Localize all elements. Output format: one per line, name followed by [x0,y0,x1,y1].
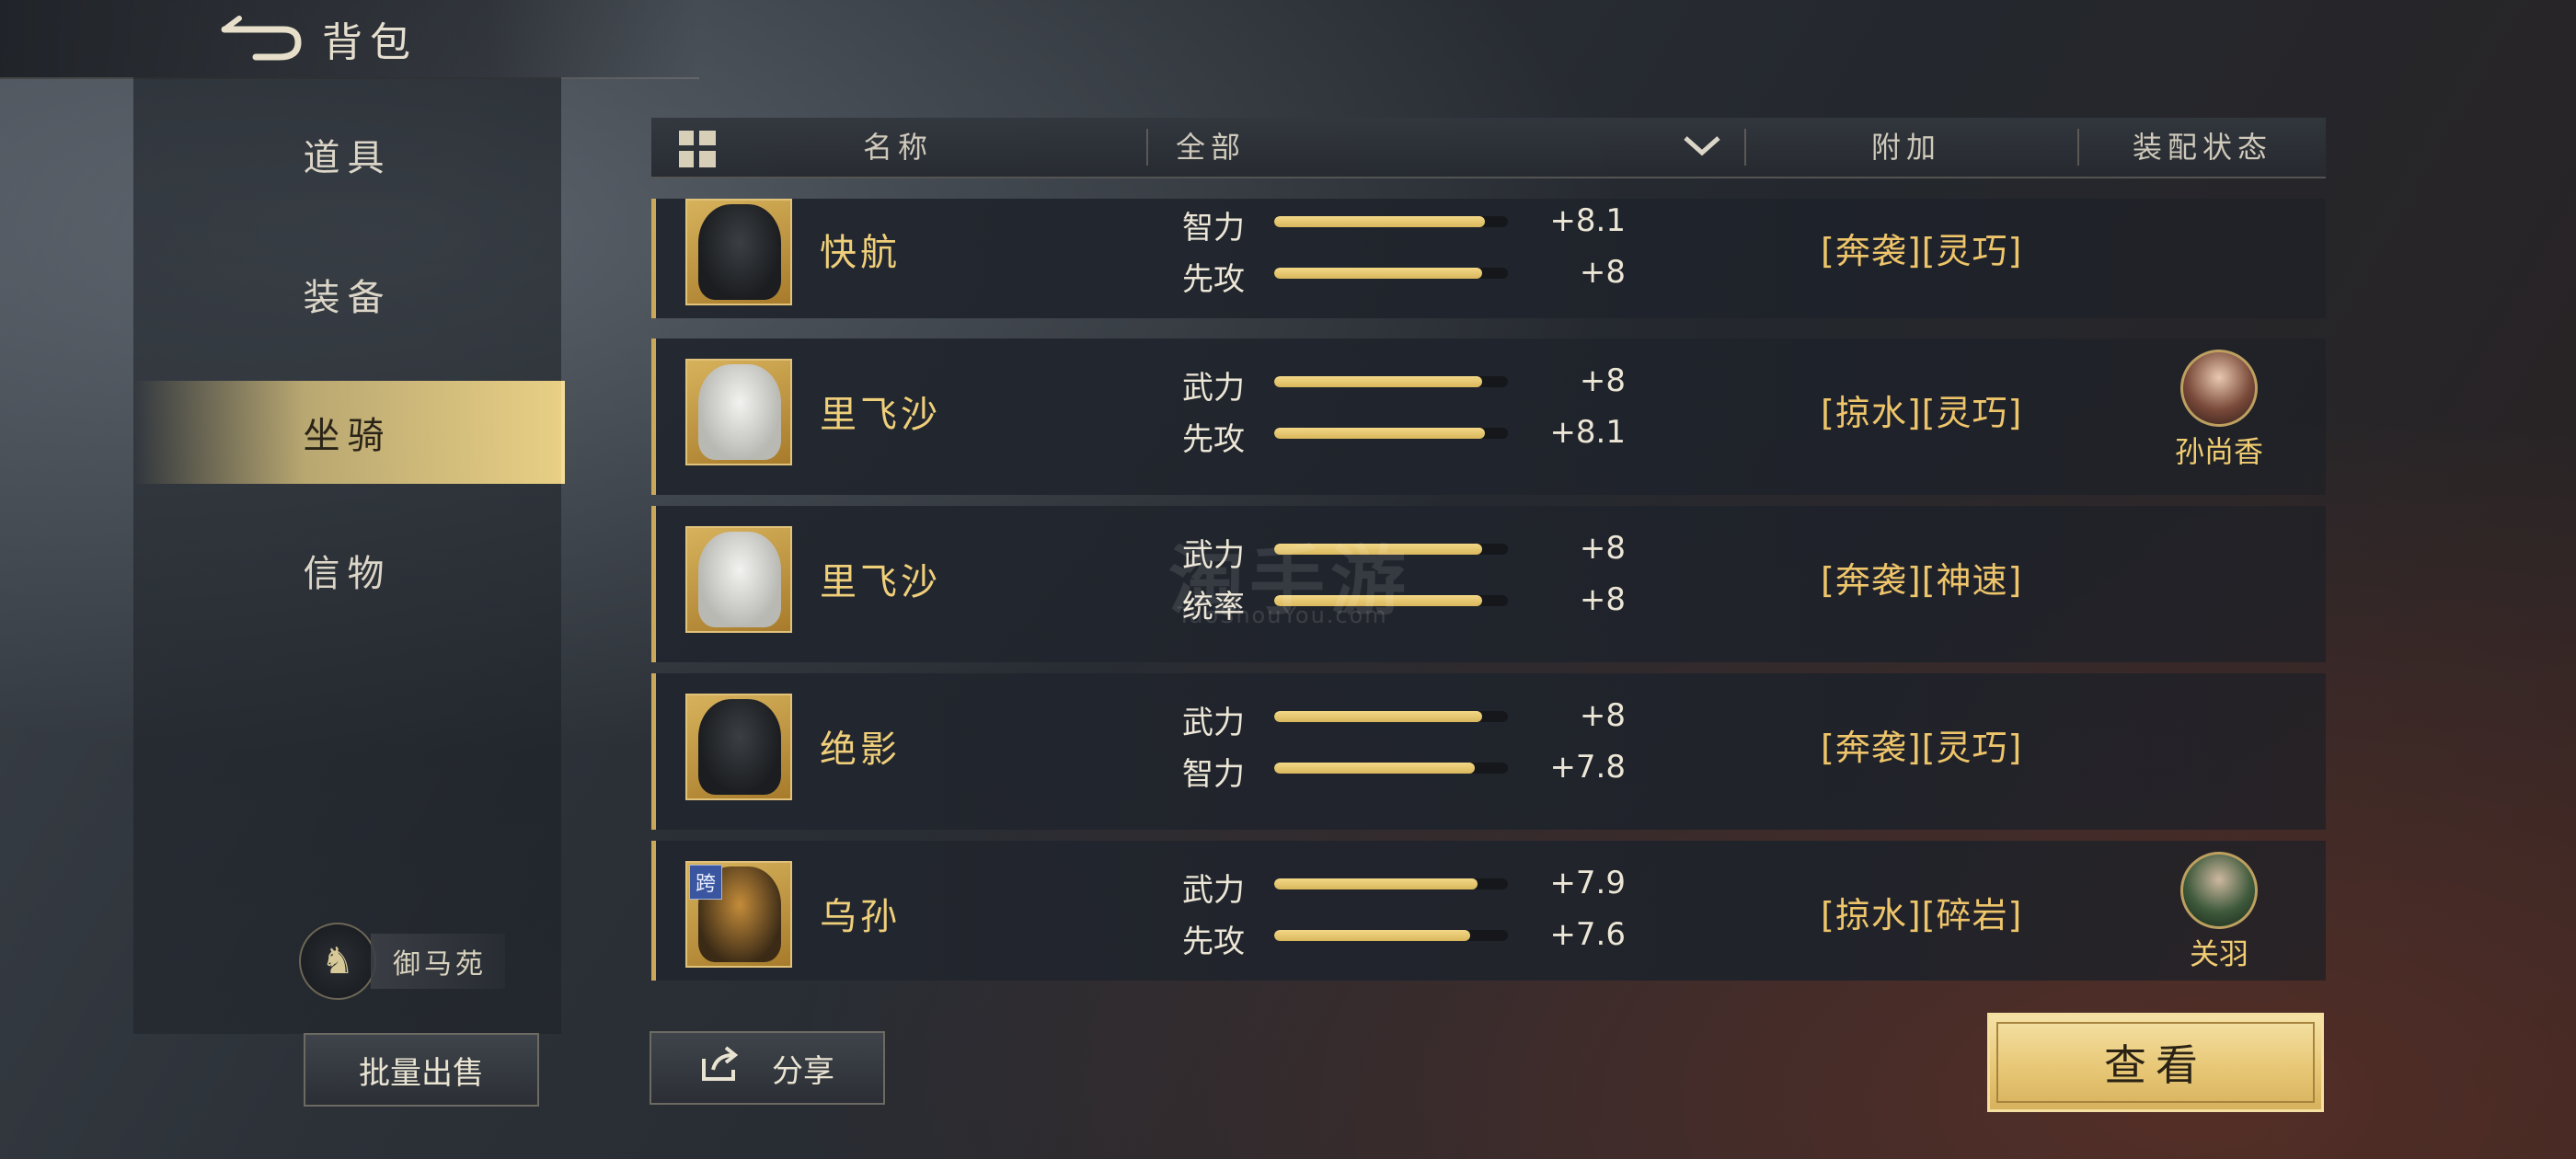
stat-value: +7.9 [1549,865,1626,901]
column-divider [1146,129,1148,166]
horse-icon: ♞ [299,923,376,1000]
mount-name: 里飞沙 [820,394,941,436]
column-divider [1744,129,1746,166]
stat-line: 智力 +7.8 [1182,749,1642,793]
stat-line: 智力 +8.1 [1182,202,1642,247]
mount-thumbnail [685,694,792,800]
attribute-filter-dropdown[interactable]: 全部 [1176,118,1246,177]
category-sidebar: 道具 装备 坐骑 信物 [133,77,565,1034]
stat-line: 武力 +8 [1182,362,1642,407]
mount-row[interactable]: 里飞沙 武力 +8 先攻 +8.1 [掠水][灵巧] 孙尚香 [651,339,2326,495]
mount-row[interactable]: 绝影 武力 +8 智力 +7.8 [奔袭][灵巧] [651,673,2326,830]
stat-bar-fill [1274,428,1485,439]
view-button[interactable]: 查看 [1987,1013,2324,1112]
equipped-hero[interactable]: 孙尚香 [2159,350,2279,471]
stat-line: 武力 +8 [1182,697,1642,741]
stat-value: +8 [1579,254,1626,291]
mount-list: 快航 智力 +8.1 先攻 +8 [奔袭][灵巧] 里飞沙 武力 +8 先攻 +… [651,199,2326,981]
watermark-url: TaoShouYou.com [1178,602,1388,628]
mount-thumbnail [685,359,792,465]
stat-label: 智力 [1182,210,1245,247]
stat-bar [1274,428,1508,439]
table-header: 名称 全部 附加 装配状态 [651,118,2326,178]
mount-name: 快航 [820,232,901,274]
stable-button[interactable]: ♞ 御马苑 [299,923,520,1000]
sidebar-item-mounts[interactable]: 坐骑 [133,381,565,484]
stat-bar [1274,376,1508,387]
stat-value: +8 [1579,530,1626,567]
stat-bar [1274,216,1508,227]
mount-row[interactable]: 里飞沙 武力 +8 统率 +8 [奔袭][神速] [651,506,2326,662]
mount-name: 里飞沙 [820,561,941,603]
stat-bar [1274,763,1508,774]
stat-label: 先攻 [1182,261,1245,298]
mount-name: 乌孙 [820,896,901,938]
stat-value: +8.1 [1549,202,1626,239]
mount-row[interactable]: 跨 乌孙 武力 +7.9 先攻 +7.6 [掠水][碎岩] 关羽 [651,841,2326,981]
stat-line: 武力 +7.9 [1182,865,1642,909]
back-button[interactable] [219,13,302,64]
sidebar-item-equipment[interactable]: 装备 [133,243,561,346]
sidebar-item-items[interactable]: 道具 [133,103,561,206]
hero-portrait [2180,350,2258,427]
stat-bar-fill [1274,763,1476,774]
chevron-down-icon[interactable] [1682,125,1722,175]
stat-value: +7.6 [1549,916,1626,953]
stable-label: 御马苑 [371,934,505,989]
stat-bar [1274,268,1508,279]
stat-bar-fill [1274,930,1471,941]
stat-bar-fill [1274,268,1483,279]
bulk-sell-button[interactable]: 批量出售 [304,1033,539,1107]
mount-traits: [掠水][碎岩] [1821,895,2023,935]
stat-label: 武力 [1182,705,1245,741]
mount-thumbnail: 跨 [685,861,792,968]
stat-line: 先攻 +7.6 [1182,916,1642,960]
share-label: 分享 [772,1052,834,1090]
share-icon [700,1045,741,1091]
mount-traits: [奔袭][灵巧] [1821,231,2023,271]
stat-label: 智力 [1182,756,1245,793]
column-header-bonus: 附加 [1871,130,1942,165]
stat-label: 先攻 [1182,421,1245,458]
mount-traits: [奔袭][灵巧] [1821,728,2023,768]
hero-name: 孙尚香 [2174,434,2263,469]
stat-value: +8 [1579,362,1626,399]
sidebar-item-tokens[interactable]: 信物 [133,519,561,622]
share-button[interactable]: 分享 [650,1031,885,1105]
mount-traits: [掠水][灵巧] [1821,393,2023,433]
column-header-name: 名称 [863,130,934,165]
mount-thumbnail [685,199,792,305]
equipped-hero[interactable]: 关羽 [2159,852,2279,973]
mount-row[interactable]: 快航 智力 +8.1 先攻 +8 [奔袭][灵巧] [651,199,2326,318]
stat-bar [1274,711,1508,722]
hero-portrait [2180,852,2258,929]
stat-value: +8 [1579,581,1626,618]
stat-bar-fill [1274,376,1483,387]
stat-bar-fill [1274,878,1478,889]
stat-bar [1274,930,1508,941]
stat-line: 先攻 +8.1 [1182,414,1642,458]
back-arrow-icon [221,16,302,61]
stat-label: 武力 [1182,370,1245,407]
mount-name: 绝影 [820,729,901,771]
stat-line: 先攻 +8 [1182,254,1642,298]
column-header-status: 装配状态 [2133,130,2273,165]
stat-value: +8 [1579,697,1626,734]
stat-bar-fill [1274,216,1485,227]
column-divider [2077,129,2079,166]
stat-value: +7.8 [1549,749,1626,786]
mount-traits: [奔袭][神速] [1821,560,2023,601]
stat-label: 先攻 [1182,924,1245,960]
grid-view-icon[interactable] [679,131,716,167]
stat-bar-fill [1274,711,1483,722]
page-title: 背包 [322,19,418,66]
stat-label: 武力 [1182,872,1245,909]
mount-thumbnail [685,526,792,633]
stat-bar [1274,878,1508,889]
cross-server-tag: 跨 [689,865,723,900]
stat-value: +8.1 [1549,414,1626,451]
hero-name: 关羽 [2189,936,2248,971]
